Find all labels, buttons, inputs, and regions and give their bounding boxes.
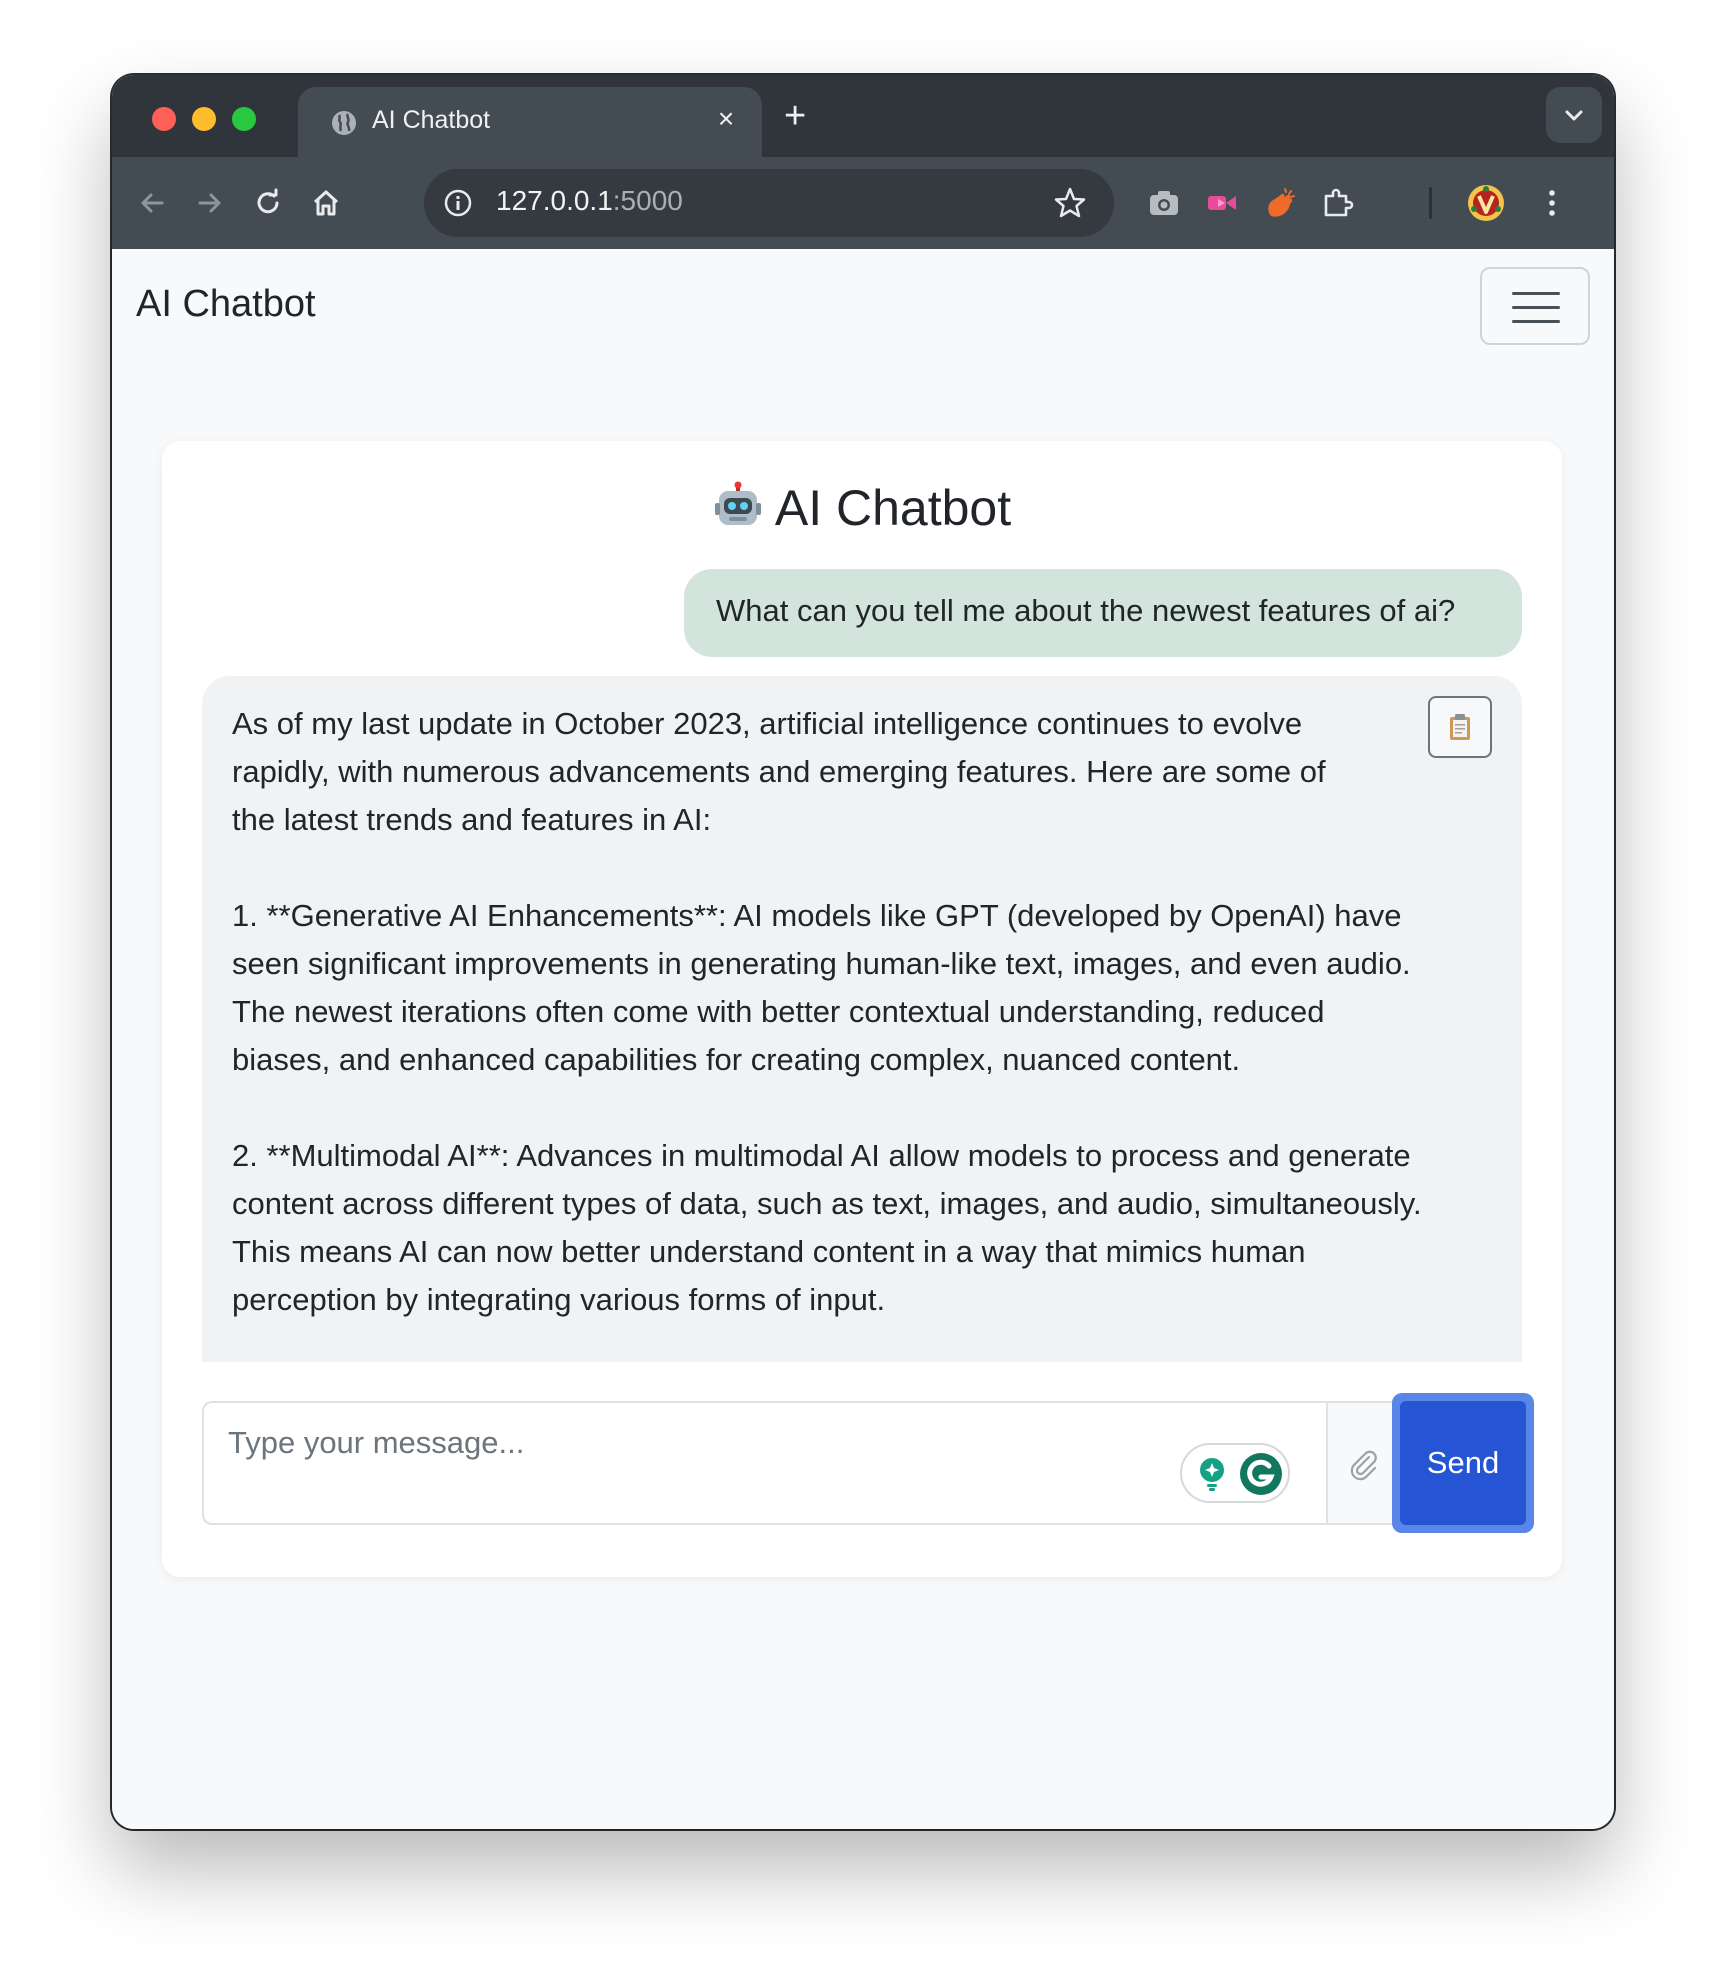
send-button-label: Send bbox=[1400, 1401, 1526, 1525]
minimize-window-button[interactable] bbox=[192, 107, 216, 131]
clap-extension-button[interactable] bbox=[1256, 179, 1304, 227]
hamburger-icon bbox=[1512, 292, 1560, 295]
browser-toolbar: 127.0.0.1:5000 bbox=[112, 157, 1614, 249]
tab-search-chevron-icon bbox=[1565, 110, 1583, 121]
more-menu-icon bbox=[1549, 190, 1555, 216]
new-tab-button[interactable]: + bbox=[784, 97, 806, 135]
video-extension-button[interactable] bbox=[1198, 179, 1246, 227]
bot-message-text: As of my last update in October 2023, ar… bbox=[232, 706, 1422, 1317]
page-content: AI Chatbot AI Chatbot What can you tell … bbox=[112, 249, 1614, 1829]
forward-button[interactable] bbox=[186, 179, 234, 227]
reload-icon bbox=[257, 188, 279, 214]
clap-extension-icon bbox=[1268, 188, 1295, 217]
back-button[interactable] bbox=[128, 179, 176, 227]
grammarly-logo-icon bbox=[1240, 1453, 1282, 1495]
chat-title: AI Chatbot bbox=[162, 479, 1562, 537]
forward-icon bbox=[198, 193, 221, 213]
navbar-brand[interactable]: AI Chatbot bbox=[136, 283, 316, 326]
reload-button[interactable] bbox=[244, 179, 292, 227]
url-host: 127.0.0.1 bbox=[496, 185, 613, 216]
hamburger-icon-bar bbox=[1512, 306, 1560, 309]
home-button[interactable] bbox=[302, 179, 350, 227]
chat-card: AI Chatbot What can you tell me about th… bbox=[162, 441, 1562, 1577]
globe-icon bbox=[332, 111, 356, 135]
url-text: 127.0.0.1:5000 bbox=[496, 185, 683, 217]
address-bar[interactable]: 127.0.0.1:5000 bbox=[424, 169, 1114, 237]
home-icon bbox=[313, 190, 339, 216]
bookmark-star-icon[interactable] bbox=[1052, 185, 1088, 221]
close-window-button[interactable] bbox=[152, 107, 176, 131]
grammarly-widget[interactable] bbox=[1180, 1443, 1290, 1503]
url-port: :5000 bbox=[612, 185, 683, 216]
tab-strip: AI Chatbot × + bbox=[112, 75, 1614, 157]
tab-close-button[interactable]: × bbox=[710, 103, 742, 135]
bot-message-bubble: As of my last update in October 2023, ar… bbox=[202, 676, 1522, 1362]
back-icon bbox=[141, 193, 164, 213]
navbar-toggler-button[interactable] bbox=[1480, 267, 1590, 345]
more-menu-button[interactable] bbox=[1528, 179, 1576, 227]
grammarly-suggestion-icon bbox=[1200, 1458, 1224, 1491]
browser-tab[interactable]: AI Chatbot × bbox=[298, 87, 762, 157]
tab-title: AI Chatbot bbox=[372, 106, 491, 134]
attach-button[interactable] bbox=[1326, 1401, 1398, 1525]
tab-search-button[interactable] bbox=[1546, 87, 1602, 143]
camera-extension-icon bbox=[1150, 191, 1178, 215]
extensions-puzzle-icon bbox=[1324, 188, 1354, 217]
chat-title-text: AI Chatbot bbox=[774, 480, 1012, 536]
robot-icon bbox=[714, 481, 761, 525]
message-input-group: Send bbox=[202, 1393, 1534, 1533]
site-info-icon[interactable] bbox=[442, 187, 474, 219]
profile-button[interactable] bbox=[1462, 179, 1510, 227]
camera-extension-button[interactable] bbox=[1140, 179, 1188, 227]
paperclip-icon bbox=[1350, 1450, 1377, 1481]
profile-avatar bbox=[1468, 185, 1504, 221]
hamburger-icon-bar bbox=[1512, 320, 1560, 323]
browser-window: AI Chatbot × + 127.0.0.1:5000 AI Chatbot… bbox=[112, 75, 1614, 1829]
toolbar-divider bbox=[1429, 187, 1432, 219]
maximize-window-button[interactable] bbox=[232, 107, 256, 131]
copy-button[interactable] bbox=[1428, 696, 1492, 758]
extensions-button[interactable] bbox=[1314, 179, 1362, 227]
video-extension-icon bbox=[1208, 196, 1236, 210]
send-button[interactable]: Send bbox=[1392, 1393, 1534, 1533]
message-input[interactable] bbox=[202, 1401, 1326, 1525]
clipboard-icon bbox=[1450, 714, 1470, 740]
user-message-bubble: What can you tell me about the newest fe… bbox=[684, 569, 1522, 657]
